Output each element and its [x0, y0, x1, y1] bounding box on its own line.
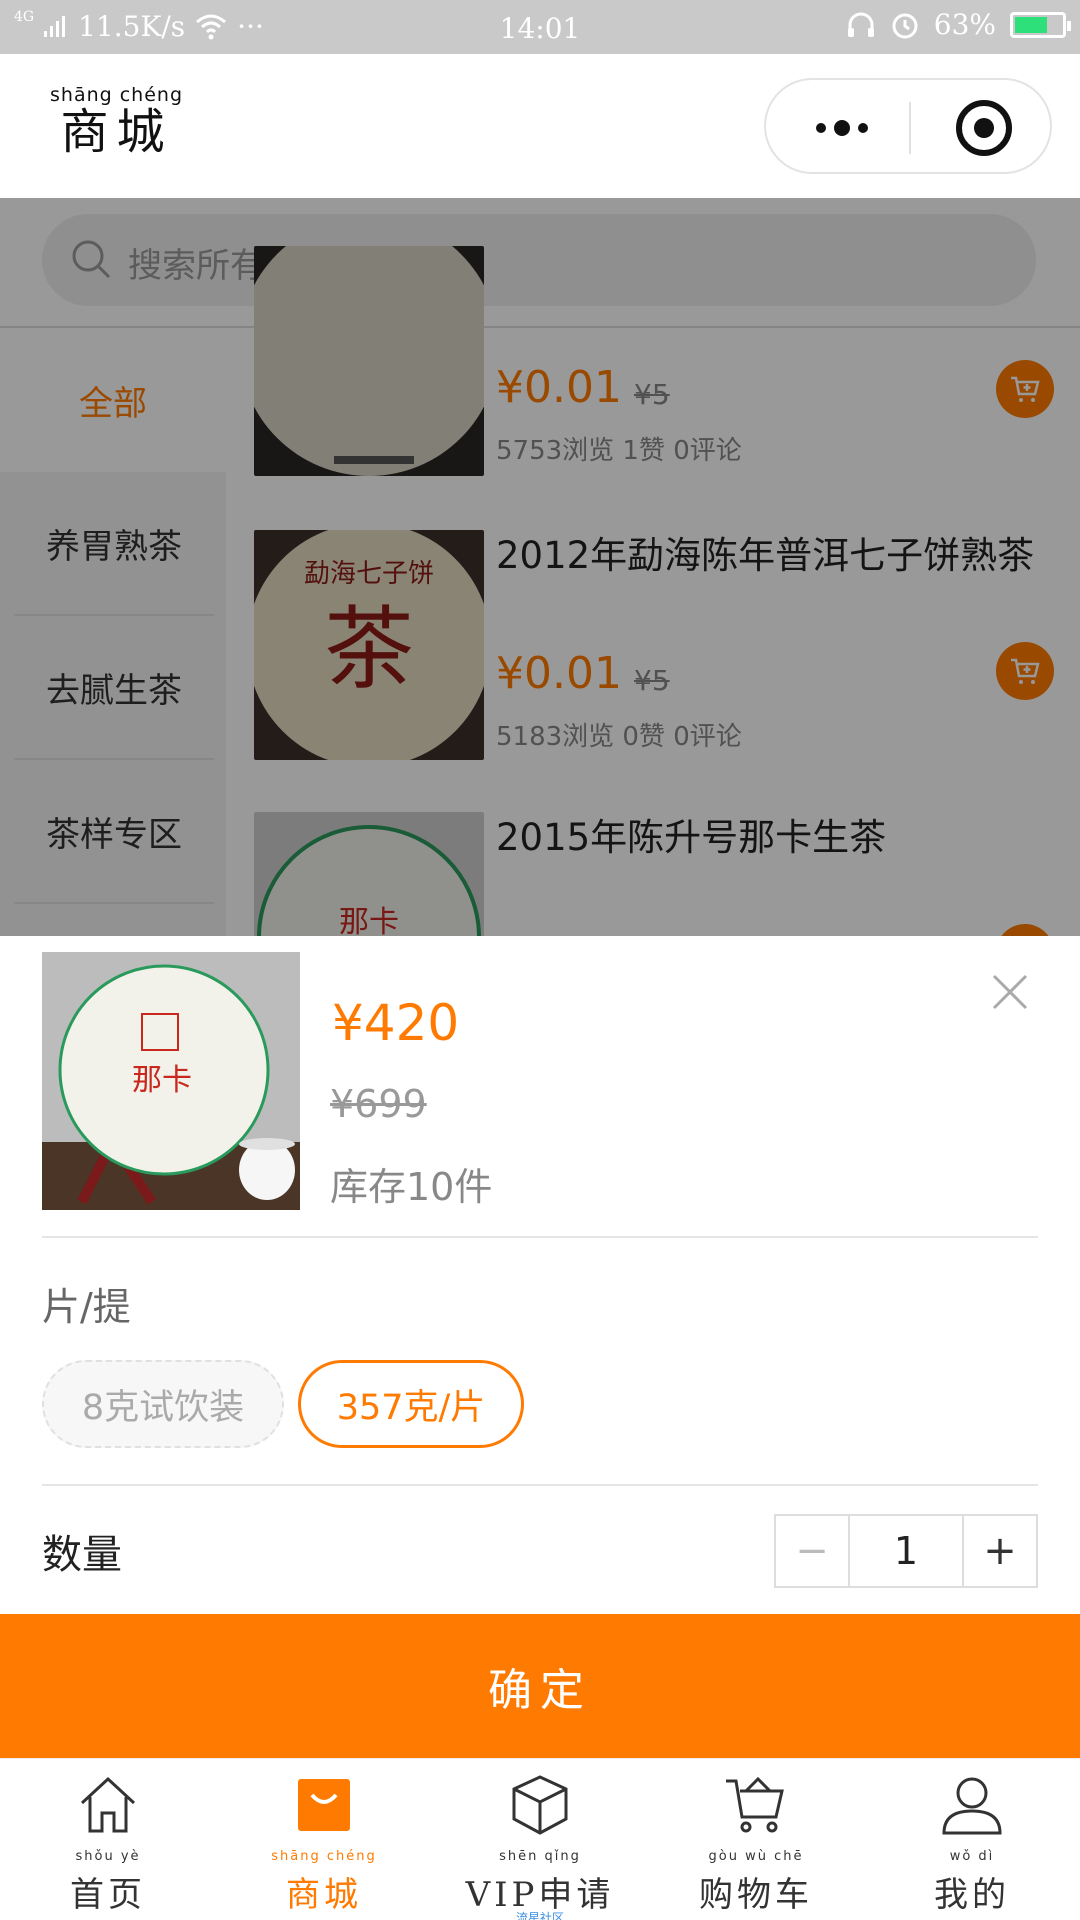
quantity-stepper: − 1 + — [774, 1514, 1038, 1588]
home-icon — [80, 1776, 136, 1833]
user-icon — [942, 1777, 1002, 1835]
tab-home[interactable]: shǒu yè 首页 — [0, 1773, 216, 1920]
battery-icon — [1010, 11, 1071, 38]
sku-stock: 库存10件 — [330, 1165, 493, 1209]
shop-bag-icon — [298, 1779, 350, 1831]
increase-button[interactable]: + — [964, 1516, 1036, 1586]
sku-selector-modal: 那卡 ¥420 ¥699 库存10件 片/提 8克试饮装 357克/片 数量 −… — [0, 936, 1080, 1758]
sku-old-price: ¥699 — [330, 1082, 427, 1126]
nav-header: shāng chéng 商城 — [0, 54, 1080, 198]
tab-profile[interactable]: wǒ dì 我的 — [864, 1773, 1080, 1920]
alarm-icon — [892, 13, 918, 38]
more-options-button[interactable] — [802, 102, 882, 154]
close-icon[interactable] — [990, 972, 1030, 1012]
divider — [42, 1484, 1038, 1486]
mini-program-capsule — [764, 78, 1052, 174]
page-title: shāng chéng 商城 — [50, 84, 183, 159]
bottom-tab-bar: shǒu yè 首页 shāng chéng 商城 shēn qǐng VIP申… — [0, 1758, 1080, 1920]
confirm-button[interactable]: 确定 — [0, 1614, 1080, 1758]
tab-pinyin: shǒu yè — [75, 1849, 141, 1864]
sku-price: ¥420 — [332, 994, 460, 1052]
page-title-pinyin: shāng chéng — [50, 84, 184, 106]
spec-option-sample[interactable]: 8克试饮装 — [42, 1360, 284, 1448]
decrease-button[interactable]: − — [776, 1516, 848, 1586]
tab-label: 我的 — [934, 1875, 1010, 1915]
spec-label: 片/提 — [42, 1285, 131, 1329]
tab-label: 首页 — [70, 1875, 146, 1915]
tab-label: 购物车 — [699, 1875, 813, 1915]
quantity-label: 数量 — [42, 1532, 122, 1578]
tab-pinyin: gòu wù chē — [708, 1849, 804, 1864]
tab-cart[interactable]: gòu wù chē 购物车 — [648, 1773, 864, 1920]
tab-sublabel: 流星社区 — [515, 1911, 564, 1920]
status-bar: 4G 11.5K/s ··· 14:01 63% — [0, 0, 1080, 54]
tab-pinyin: wǒ dì — [949, 1849, 995, 1864]
tab-vip[interactable]: shēn qǐng VIP申请 流星社区 — [432, 1773, 648, 1920]
sku-product-image: 那卡 — [42, 952, 300, 1210]
divider — [42, 1236, 1038, 1238]
battery-percent: 63% — [933, 8, 996, 41]
modal-backdrop[interactable] — [0, 198, 1080, 936]
quantity-value[interactable]: 1 — [848, 1516, 964, 1586]
svg-text:那卡: 那卡 — [132, 1063, 192, 1098]
page-title-text: 商城 — [60, 104, 173, 160]
box-icon — [512, 1775, 568, 1835]
tab-pinyin: shēn qǐng — [499, 1849, 581, 1864]
tab-label: 商城 — [286, 1875, 362, 1915]
headphone-icon — [847, 12, 874, 37]
cart-icon — [726, 1776, 784, 1833]
close-miniprogram-button[interactable] — [956, 100, 1012, 156]
spec-option-cake[interactable]: 357克/片 — [298, 1360, 524, 1448]
tab-pinyin: shāng chéng — [271, 1849, 377, 1864]
tab-shop[interactable]: shāng chéng 商城 — [216, 1773, 432, 1920]
